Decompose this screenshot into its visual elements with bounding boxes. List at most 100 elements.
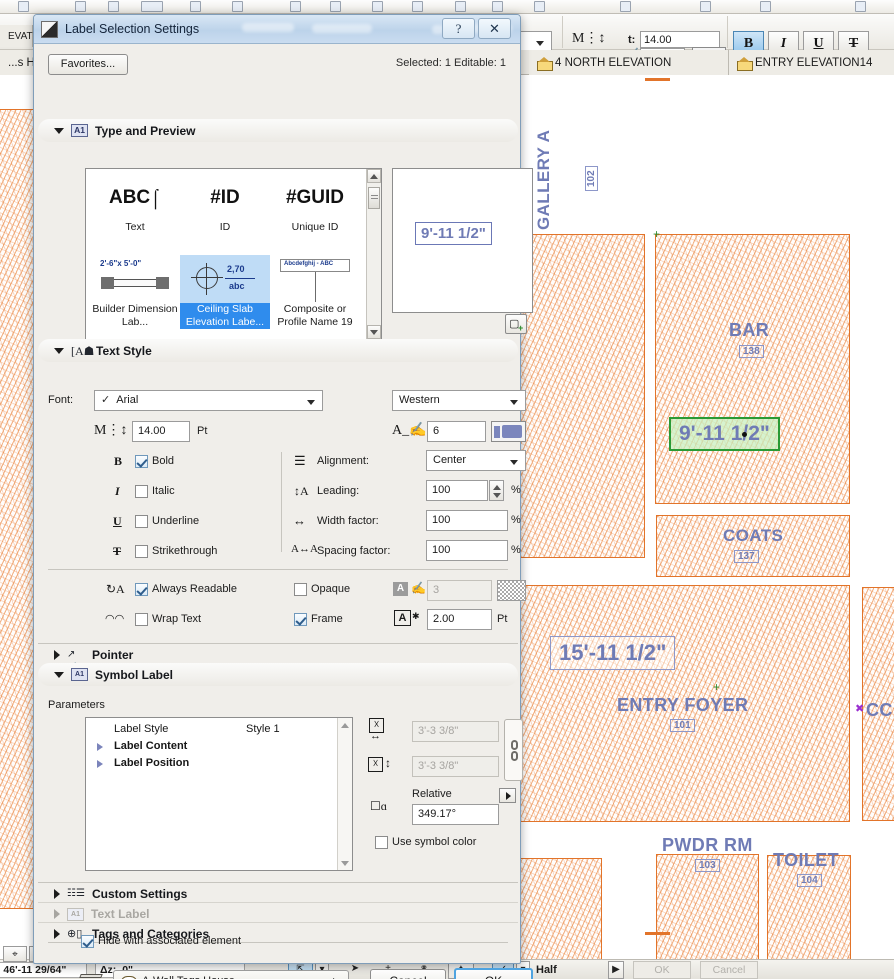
background-pen-input[interactable]: 3 bbox=[427, 580, 492, 601]
close-button[interactable]: ✕ bbox=[478, 18, 511, 39]
strikethrough-checkbox[interactable] bbox=[135, 545, 148, 558]
section-text-style[interactable]: [A☗ Text Style bbox=[38, 339, 518, 362]
parameters-scrollbar[interactable] bbox=[337, 718, 352, 870]
toolbar-icon[interactable] bbox=[232, 1, 243, 12]
toolbar-icon[interactable] bbox=[700, 1, 711, 12]
type-grid-scrollbar[interactable] bbox=[366, 169, 381, 339]
help-button[interactable]: ? bbox=[442, 18, 475, 39]
toolbar-icon[interactable] bbox=[534, 1, 545, 12]
layer-dropdown[interactable]: A-Wall Tags House bbox=[113, 970, 349, 979]
wrap-text-checkbox[interactable] bbox=[135, 613, 148, 626]
room-number-pwdr[interactable]: 103 bbox=[695, 859, 720, 872]
tab-north-elevation[interactable]: 4 NORTH ELEVATION bbox=[529, 50, 729, 75]
use-symbol-color-checkbox[interactable] bbox=[375, 836, 388, 849]
zoom-fit-button[interactable]: ⌖ bbox=[3, 946, 27, 962]
dimension-label-selected[interactable]: 9'-11 1/2" bbox=[669, 417, 780, 451]
dialog-title-bar[interactable]: Label Selection Settings ? ✕ bbox=[34, 15, 520, 44]
toolbar-icon[interactable] bbox=[330, 1, 341, 12]
room-shape-bar[interactable] bbox=[655, 234, 850, 504]
room-shape-coats[interactable] bbox=[656, 515, 850, 577]
room-name-toilet[interactable]: TOILET bbox=[773, 850, 839, 871]
frame-offset-input[interactable]: 2.00 bbox=[427, 609, 492, 630]
background-fill-chip[interactable] bbox=[497, 580, 526, 601]
always-readable-checkbox[interactable] bbox=[135, 583, 148, 596]
label-type-text[interactable]: ABC ⌠ Text bbox=[90, 175, 180, 234]
pen-input[interactable]: 6 bbox=[427, 421, 486, 442]
spacing-factor-input[interactable]: 100 bbox=[426, 540, 508, 561]
parameters-list[interactable]: Label Style Style 1 Label Content Label … bbox=[85, 717, 353, 871]
text-size-input[interactable]: 14.00 bbox=[132, 421, 190, 442]
expand-triangle-icon[interactable] bbox=[97, 760, 103, 768]
leading-input[interactable]: 100 bbox=[426, 480, 488, 501]
room-shape-gallery-a[interactable] bbox=[520, 234, 645, 558]
bold-checkbox[interactable] bbox=[135, 455, 148, 468]
room-name-gallery-a[interactable]: GALLERY A bbox=[534, 130, 554, 230]
dimension-label-entry[interactable]: 15'-11 1/2" bbox=[550, 636, 676, 670]
scroll-up-button[interactable] bbox=[338, 718, 352, 732]
symbol-width-input[interactable]: 3'-3 3/8" bbox=[412, 721, 499, 742]
room-name-bar[interactable]: BAR bbox=[729, 320, 769, 341]
text-size-input[interactable]: 14.00 bbox=[640, 31, 720, 48]
toolbar-icon[interactable] bbox=[412, 1, 423, 12]
scroll-up-button[interactable] bbox=[367, 169, 381, 183]
toolbar-icon[interactable] bbox=[141, 1, 163, 12]
pen-color-chip[interactable] bbox=[491, 421, 526, 442]
parameter-row[interactable]: Label Position bbox=[86, 756, 338, 773]
room-number-entry-foyer[interactable]: 101 bbox=[670, 719, 695, 732]
scrollbar-thumb[interactable] bbox=[368, 187, 380, 209]
section-symbol-label[interactable]: A1 Symbol Label bbox=[38, 663, 518, 686]
label-type-unique-id[interactable]: #GUID Unique ID bbox=[270, 175, 360, 234]
label-selection-settings-dialog[interactable]: Label Selection Settings ? ✕ Favorites..… bbox=[33, 14, 533, 979]
parameter-row[interactable]: Label Content bbox=[86, 739, 338, 756]
expand-triangle-icon[interactable] bbox=[97, 743, 103, 751]
room-number-toilet[interactable]: 104 bbox=[797, 874, 822, 887]
symbol-height-input[interactable]: 3'-3 3/8" bbox=[412, 756, 499, 777]
hide-with-element-checkbox[interactable] bbox=[81, 935, 94, 948]
preview-settings-button[interactable]: ▢ + bbox=[505, 314, 527, 334]
font-dropdown[interactable]: ✓ Arial bbox=[94, 390, 323, 411]
section-type-and-preview[interactable]: A1 Type and Preview bbox=[38, 119, 518, 142]
status-cancel-button[interactable]: Cancel bbox=[700, 961, 758, 979]
room-number-coats[interactable]: 137 bbox=[734, 550, 759, 563]
room-name-entry-foyer[interactable]: ENTRY FOYER bbox=[617, 695, 748, 716]
toolbar-icon[interactable] bbox=[455, 1, 466, 12]
snap-more-button[interactable]: ▶ bbox=[608, 961, 624, 979]
tab-entry-elevation[interactable]: ENTRY ELEVATION14 bbox=[729, 50, 894, 75]
toolbar-icon[interactable] bbox=[855, 1, 866, 12]
room-name-pwdr[interactable]: PWDR RM bbox=[662, 835, 753, 856]
leading-stepper[interactable] bbox=[489, 480, 504, 501]
label-type-composite-profile-name[interactable]: Abcdefghij - ABC Composite or Profile Na… bbox=[270, 255, 360, 329]
label-type-builder-dimension[interactable]: 2'-6"x 5'-0" Builder Dimension Lab... bbox=[90, 255, 180, 329]
toolbar-icon[interactable] bbox=[620, 1, 631, 12]
frame-checkbox[interactable] bbox=[294, 613, 307, 626]
cancel-button[interactable]: Cancel bbox=[370, 969, 446, 979]
favorites-button[interactable]: Favorites... bbox=[48, 54, 128, 75]
parameter-row[interactable]: Label Style Style 1 bbox=[86, 722, 338, 739]
label-type-ceiling-slab-elevation[interactable]: 2,70 abc Ceiling Slab Elevation Labe... bbox=[180, 255, 270, 329]
toolbar-icon[interactable] bbox=[108, 1, 119, 12]
toolbar-icon[interactable] bbox=[75, 1, 86, 12]
toolbar-icon[interactable] bbox=[760, 1, 771, 12]
room-shape[interactable] bbox=[0, 109, 34, 909]
toolbar-icon[interactable] bbox=[190, 1, 201, 12]
toolbar-icon[interactable] bbox=[372, 1, 383, 12]
underline-checkbox[interactable] bbox=[135, 515, 148, 528]
width-factor-input[interactable]: 100 bbox=[426, 510, 508, 531]
link-dimensions-toggle[interactable] bbox=[504, 719, 523, 781]
room-name-cc[interactable]: CC bbox=[866, 700, 893, 721]
alignment-dropdown[interactable]: Center bbox=[426, 450, 526, 471]
scroll-down-button[interactable] bbox=[338, 856, 352, 870]
room-name-coats[interactable]: COATS bbox=[723, 526, 783, 546]
status-ok-button[interactable]: OK bbox=[633, 961, 691, 979]
angle-options-button[interactable] bbox=[499, 788, 516, 803]
italic-checkbox[interactable] bbox=[135, 485, 148, 498]
scroll-down-button[interactable] bbox=[367, 325, 381, 339]
label-type-id[interactable]: #ID ID bbox=[180, 175, 270, 234]
tab-house[interactable]: ...s H bbox=[0, 50, 35, 75]
font-script-dropdown[interactable]: Western bbox=[392, 390, 526, 411]
angle-input[interactable]: 349.17° bbox=[412, 804, 499, 825]
opaque-checkbox[interactable] bbox=[294, 583, 307, 596]
label-type-grid[interactable]: ABC ⌠ Text #ID ID #GUID Unique ID 2'-6"x… bbox=[85, 168, 382, 340]
tab-elevation-sliver[interactable]: EVATI bbox=[0, 25, 35, 47]
toolbar-icon[interactable] bbox=[18, 1, 29, 12]
